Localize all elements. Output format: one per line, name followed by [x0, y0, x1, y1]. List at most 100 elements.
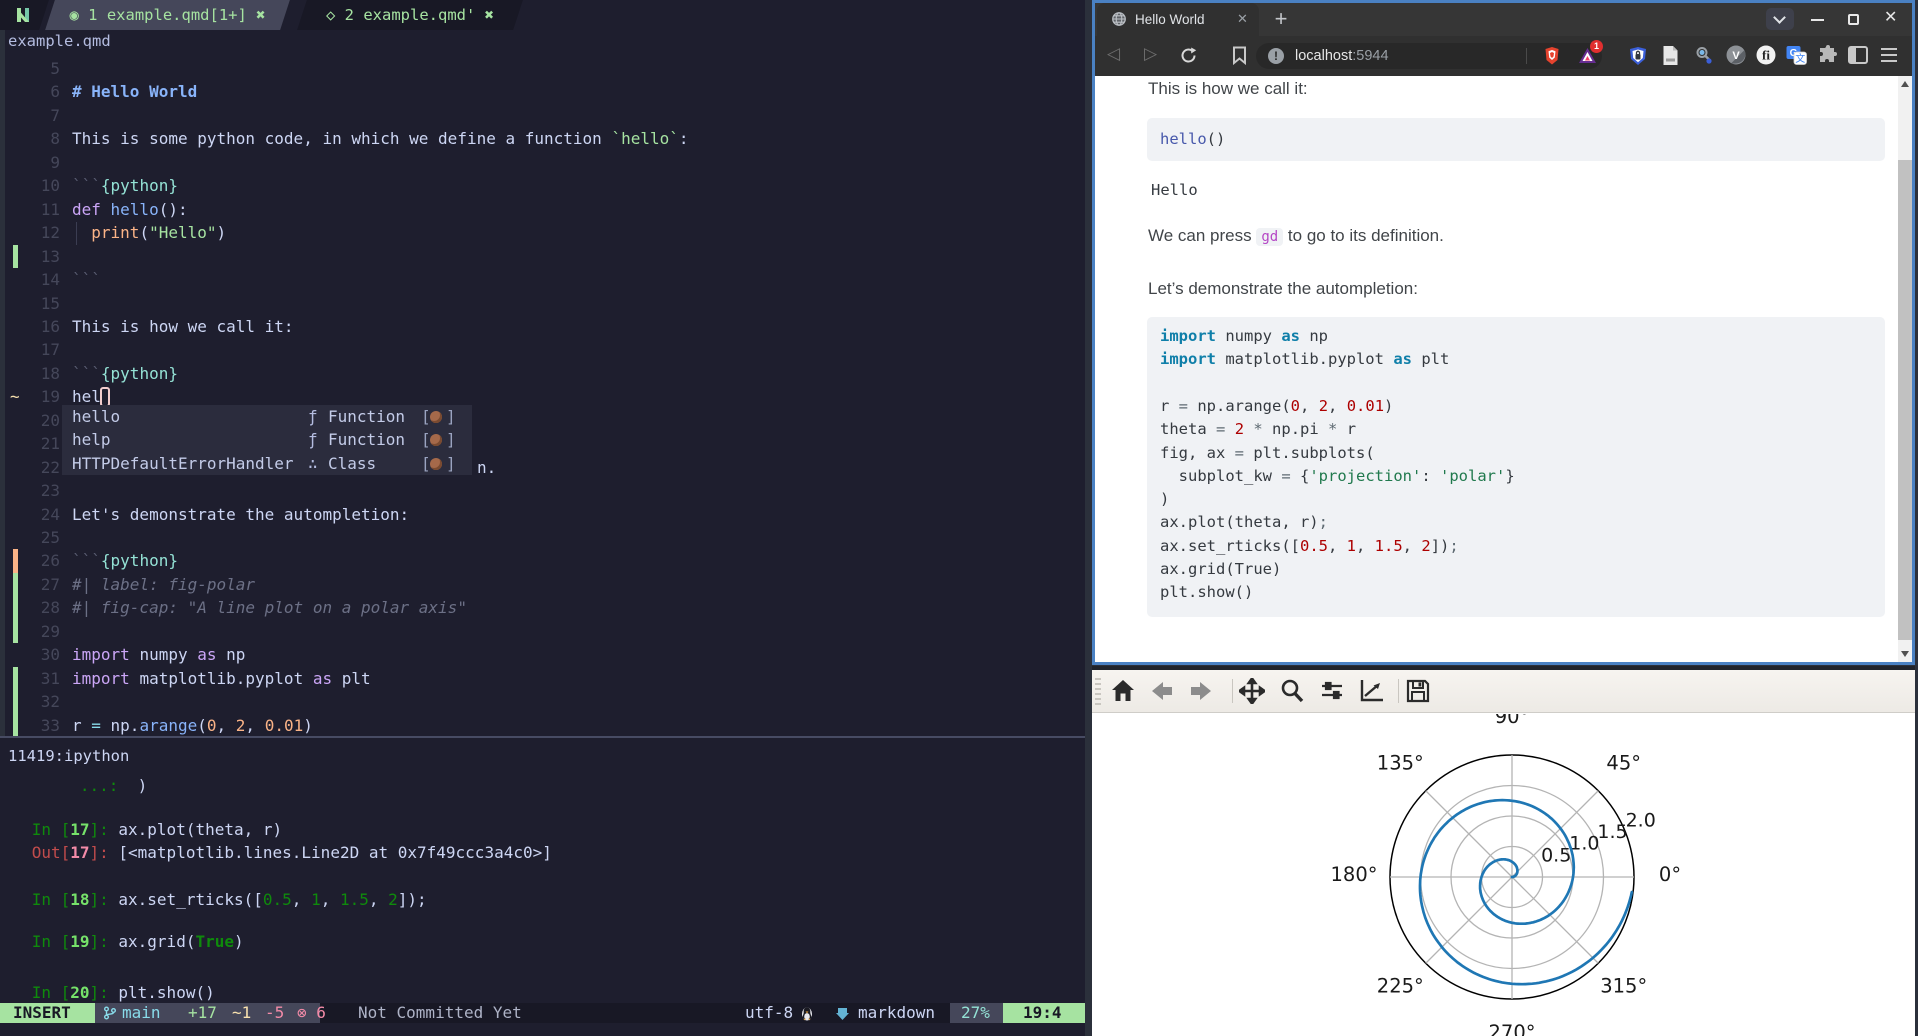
completion-item-help[interactable]: help ƒ Function[]	[62, 428, 472, 451]
back-button[interactable]: ◁	[1107, 44, 1120, 64]
neovim-window: 5 6 # Hello World 7 8 This is some python cod…	[0, 0, 1085, 1036]
browser-scrollbar[interactable]	[1898, 76, 1912, 662]
line-number: 25	[40, 528, 60, 547]
tab2-close-icon[interactable]: ✖	[485, 6, 494, 24]
winbar-filename: example.qmd	[8, 32, 111, 50]
editor-line-16[interactable]: 16 This is how we call it:	[0, 315, 1085, 338]
window-minimize-button[interactable]	[1811, 19, 1824, 21]
reload-button[interactable]	[1179, 46, 1198, 65]
scroll-up-arrow[interactable]	[1901, 81, 1909, 87]
editor-line-29[interactable]: 29	[0, 619, 1085, 644]
window-maximize-button[interactable]	[1848, 14, 1859, 25]
editor-line-7[interactable]: 7	[0, 104, 1085, 127]
site-info-icon[interactable]: !	[1268, 48, 1284, 64]
browser-content: This is how we call it: hello() Hello We…	[1095, 76, 1912, 662]
editor-line-15[interactable]: 15	[0, 292, 1085, 315]
editor-line-30[interactable]: 30 import numpy as np	[0, 643, 1085, 666]
browser-toolbar: ◁ ▷ ! localhost:5944 1 V fi G文	[1095, 36, 1912, 76]
extension-search-icon[interactable]	[1694, 45, 1714, 65]
editor-line-8[interactable]: 8 This is some python code, in which we d…	[0, 127, 1085, 150]
svg-text:315°: 315°	[1600, 975, 1647, 998]
axes-edit-button[interactable]	[1358, 678, 1385, 704]
scrollbar-thumb[interactable]	[1898, 160, 1912, 640]
toolbar-grip[interactable]	[1095, 678, 1101, 706]
url-bar[interactable]: ! localhost:5944 1	[1256, 40, 1603, 69]
bookmark-icon[interactable]	[1232, 46, 1247, 65]
neovim-logo-icon	[0, 0, 49, 30]
extension-wallet-icon[interactable]	[1628, 46, 1648, 66]
statusline-mode: INSERT	[0, 1003, 95, 1023]
editor-line-10[interactable]: 10 ```{python}	[0, 174, 1085, 197]
tab1-close-icon[interactable]: ✖	[256, 6, 265, 24]
editor-line-27[interactable]: 27 #| label: fig-polar	[0, 572, 1085, 597]
statusline-diagnostics: ⊗ 6	[297, 1003, 326, 1022]
editor-line-12[interactable]: 12 print("Hello")	[0, 221, 1085, 244]
browser-tab[interactable]: Hello World ✕	[1097, 3, 1259, 36]
completion-item-HTTPDefaultErrorHandler[interactable]: HTTPDefaultErrorHandler ∴ Class[]	[62, 452, 472, 475]
completion-item-hello[interactable]: hello ƒ Function[]	[62, 405, 472, 428]
editor-line-33[interactable]: 33 r = np.arange(0, 2, 0.01)	[0, 713, 1085, 738]
back-button-mpl[interactable]	[1149, 678, 1175, 704]
editor-line-13[interactable]: 13	[0, 244, 1085, 269]
extension-translate-icon[interactable]: G文	[1786, 45, 1807, 65]
scroll-down-arrow[interactable]	[1901, 651, 1909, 657]
markdown-filetype-icon	[836, 1008, 849, 1020]
extensions-puzzle-icon[interactable]	[1818, 45, 1838, 65]
statusline-message: Not Committed Yet	[358, 1003, 522, 1022]
editor-cursor	[100, 387, 110, 407]
editor-line-11[interactable]: 11 def hello():	[0, 198, 1085, 221]
editor-line-32[interactable]: 32	[0, 690, 1085, 714]
statusline-changed: ~1	[232, 1003, 252, 1022]
window-close-button[interactable]: ✕	[1884, 7, 1897, 27]
statusline-percent: 27%	[950, 1003, 1003, 1023]
editor-line-26[interactable]: 26 ```{python}	[0, 549, 1085, 573]
brave-shield-icon[interactable]	[1542, 46, 1562, 66]
forward-button[interactable]: ▷	[1144, 44, 1157, 64]
home-button[interactable]	[1110, 678, 1136, 704]
extension-info-icon[interactable]: fi	[1756, 45, 1776, 65]
save-button[interactable]	[1405, 678, 1431, 704]
terminal-line-1: In [17]: ax.plot(theta, r)	[31, 819, 283, 839]
editor-line-31[interactable]: 31 import matplotlib.pyplot as plt	[0, 666, 1085, 691]
python-icon	[430, 434, 442, 447]
editor-line-5[interactable]: 5	[0, 57, 1085, 80]
editor-line-6[interactable]: 6 # Hello World	[0, 80, 1085, 103]
new-tab-button[interactable]: +	[1267, 5, 1295, 33]
vim-tab-2[interactable]: ◇ 2 example.qmd' ✖	[297, 0, 523, 30]
autocomplete-popup[interactable]: hello ƒ Function[] help ƒ Function[] HTTPDefau…	[62, 405, 472, 476]
vim-tab-1[interactable]: ◉ 1 example.qmd[1+] ✖	[45, 0, 290, 30]
code2-line-5: fig, ax = plt.subplots(	[1160, 443, 1375, 462]
window-menu-button[interactable]	[1766, 8, 1794, 30]
extension-v-icon[interactable]: V	[1726, 45, 1746, 65]
terminal-line-2: Out[17]: [<matplotlib.lines.Line2D at 0x…	[31, 843, 552, 862]
subplots-button[interactable]	[1319, 678, 1345, 704]
code2-line-3: r = np.arange(0, 2, 0.01)	[1160, 396, 1394, 415]
mpl-canvas[interactable]: 0° 45° 90° 135° 180° 225° 270° 315° 0.5 1.0 1.5 2.0	[1092, 714, 1915, 1036]
editor-line-17[interactable]: 17	[0, 338, 1085, 361]
menu-icon[interactable]	[1881, 48, 1897, 62]
editor-line-14[interactable]: 14 ```	[0, 268, 1085, 291]
line-number: 27	[40, 574, 60, 594]
pan-button[interactable]	[1239, 678, 1265, 704]
editor-buffer[interactable]: 5 6 # Hello World 7 8 This is some python cod…	[0, 0, 1085, 738]
code2-line-0: import numpy as np	[1160, 327, 1328, 345]
zoom-button[interactable]	[1279, 678, 1305, 704]
code2-line-11: plt.show()	[1160, 583, 1254, 602]
statusline-branch: main	[122, 1003, 161, 1022]
python-icon	[430, 411, 442, 423]
editor-line-9[interactable]: 9	[0, 151, 1085, 174]
editor-line-23[interactable]: 23	[0, 479, 1085, 502]
line-number: 23	[40, 481, 60, 501]
editor-line-18[interactable]: 18 ```{python}	[0, 362, 1085, 385]
editor-line-24[interactable]: 24 Let's demonstrate the autompletion:	[0, 503, 1085, 526]
editor-line-25[interactable]: 25	[0, 526, 1085, 549]
svg-text:文: 文	[1795, 52, 1805, 65]
line-number: 20	[40, 410, 60, 430]
forward-button-mpl[interactable]	[1188, 678, 1214, 704]
editor-line-28[interactable]: 28 #| fig-cap: "A line plot on a polar ax…	[0, 596, 1085, 620]
sidebar-toggle-icon[interactable]	[1848, 46, 1868, 64]
svg-text:45°: 45°	[1606, 751, 1641, 774]
svg-text:135°: 135°	[1377, 751, 1424, 774]
extension-document-icon[interactable]	[1662, 45, 1679, 66]
tab-close-icon[interactable]: ✕	[1237, 11, 1248, 27]
